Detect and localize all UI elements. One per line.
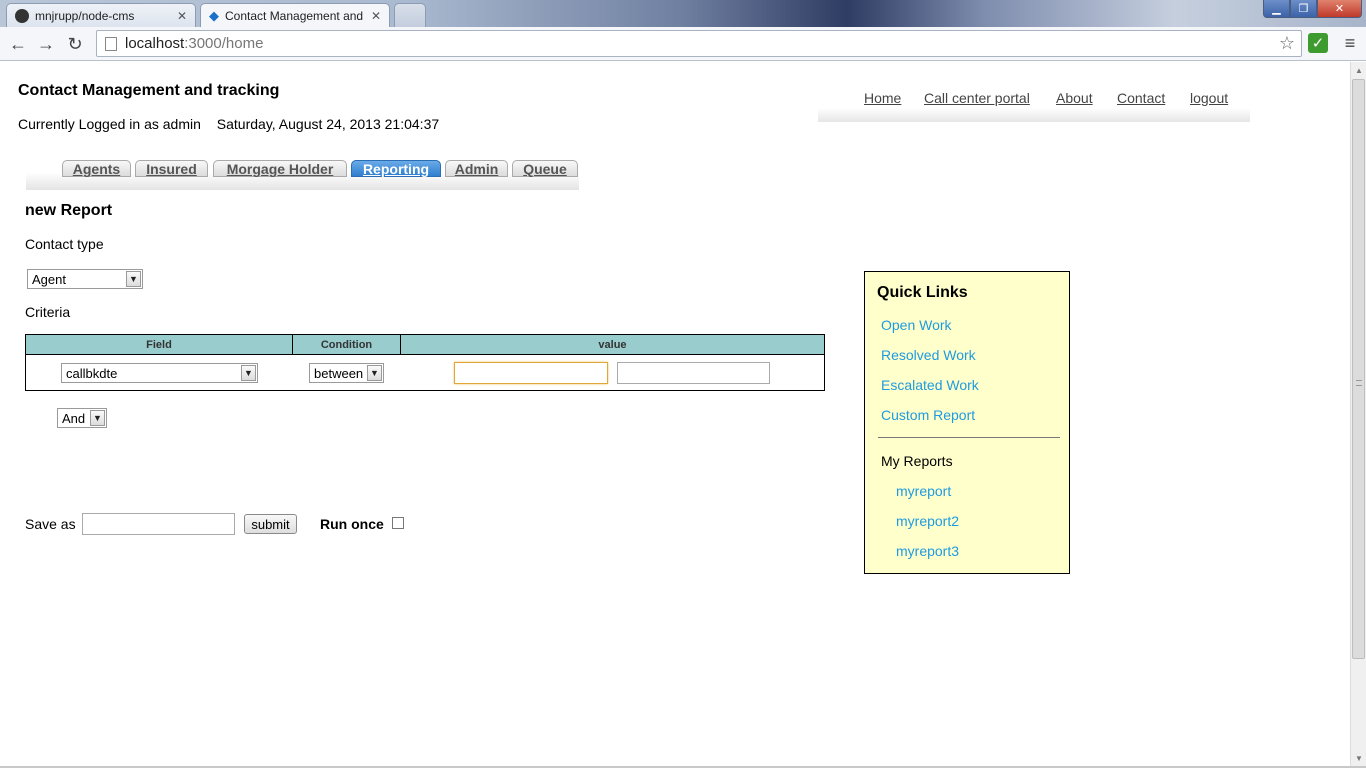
tab-queue[interactable]: Queue [512, 160, 578, 177]
chevron-down-icon: ▼ [90, 410, 105, 426]
tab-insured[interactable]: Insured [135, 160, 208, 177]
nav-contact-link[interactable]: Contact [1117, 90, 1165, 106]
scroll-thumb[interactable] [1352, 79, 1365, 659]
main-tabs: Agents Insured Morgage Holder Reporting … [26, 158, 579, 190]
address-bar[interactable]: localhost:3000/home ☆ [96, 30, 1302, 57]
contact-type-label: Contact type [25, 236, 104, 252]
browser-menu-icon[interactable]: ≡ [1340, 33, 1360, 53]
new-tab-button[interactable] [394, 3, 426, 27]
column-header-condition: Condition [293, 335, 401, 355]
browser-toolbar: ← → ↻ localhost:3000/home ☆ [0, 27, 1366, 61]
link-myreport2[interactable]: myreport2 [896, 513, 959, 529]
save-as-label: Save as [25, 516, 76, 532]
extension-check-icon[interactable]: ✓ [1308, 33, 1328, 53]
forward-icon[interactable]: → [34, 32, 58, 56]
condition-value: between [314, 365, 364, 381]
close-icon[interactable]: ✕ [177, 9, 187, 23]
criteria-table: Field Condition value callbkdte ▼ betwee… [25, 334, 825, 391]
browser-tab-app[interactable]: ◆ Contact Management and ✕ [200, 3, 390, 27]
nav-home-link[interactable]: Home [864, 90, 901, 106]
chevron-down-icon: ▼ [241, 365, 256, 381]
criteria-header-row: Field Condition value [26, 335, 824, 355]
contact-type-select[interactable]: Agent ▼ [27, 269, 143, 289]
quick-links-divider [878, 437, 1060, 438]
close-window-button[interactable]: ✕ [1317, 0, 1362, 18]
app-title: Contact Management and tracking [18, 82, 280, 99]
tab-morgage-holder[interactable]: Morgage Holder [213, 160, 347, 177]
window-controls: ▁ ❐ ✕ [1263, 0, 1362, 18]
nav-about-link[interactable]: About [1056, 90, 1093, 106]
top-navigation: Home Call center portal About Contact lo… [818, 90, 1250, 122]
page-icon [105, 36, 117, 51]
my-reports-label: My Reports [881, 453, 953, 469]
submit-button[interactable]: submit [244, 514, 297, 534]
conjunction-select[interactable]: And ▼ [57, 408, 107, 428]
browser-tab-title: Contact Management and [225, 8, 364, 23]
current-datetime: Saturday, August 24, 2013 21:04:37 [216, 116, 440, 132]
url-text: localhost:3000/home [125, 35, 264, 52]
browser-tab-github[interactable]: mnjrupp/node-cms ✕ [6, 3, 196, 27]
minimize-button[interactable]: ▁ [1263, 0, 1290, 18]
logged-in-text: Currently Logged in as admin [18, 116, 201, 132]
scroll-down-icon[interactable]: ▼ [1351, 750, 1366, 766]
back-icon[interactable]: ← [6, 32, 30, 56]
app-diamond-icon: ◆ [209, 7, 219, 23]
criteria-label: Criteria [25, 304, 71, 320]
link-escalated-work[interactable]: Escalated Work [881, 377, 979, 393]
scroll-up-icon[interactable]: ▲ [1351, 62, 1366, 78]
tab-reporting[interactable]: Reporting [351, 160, 441, 177]
login-status: Currently Logged in as admin Saturday, A… [18, 116, 439, 132]
maximize-button[interactable]: ❐ [1290, 0, 1317, 18]
vertical-scrollbar[interactable]: ▲ ▼ [1350, 62, 1366, 766]
bookmark-star-icon[interactable]: ☆ [1279, 33, 1295, 54]
chevron-down-icon: ▼ [367, 365, 382, 381]
contact-type-value: Agent [32, 271, 66, 287]
column-header-field: Field [26, 335, 293, 355]
condition-select[interactable]: between ▼ [309, 363, 384, 383]
value-to-input[interactable] [617, 362, 770, 384]
quick-links-panel: Quick Links Open Work Resolved Work Esca… [864, 271, 1070, 574]
browser-tab-title: mnjrupp/node-cms [35, 8, 135, 23]
github-icon [15, 8, 29, 23]
save-as-input[interactable] [82, 513, 235, 535]
run-once-label: Run once [320, 516, 384, 532]
close-icon[interactable]: ✕ [371, 9, 381, 23]
link-resolved-work[interactable]: Resolved Work [881, 347, 976, 363]
browser-titlebar: mnjrupp/node-cms ✕ ◆ Contact Management … [0, 0, 1366, 27]
nav-logout-link[interactable]: logout [1190, 90, 1228, 106]
column-header-value: value [598, 339, 627, 351]
nav-call-center-link[interactable]: Call center portal [924, 90, 1030, 106]
report-heading: new Report [25, 202, 113, 219]
field-select[interactable]: callbkdte ▼ [61, 363, 258, 383]
chevron-down-icon: ▼ [126, 271, 141, 287]
tab-agents[interactable]: Agents [62, 160, 131, 177]
link-myreport3[interactable]: myreport3 [896, 543, 959, 559]
grip-icon [1356, 380, 1362, 386]
tab-admin[interactable]: Admin [445, 160, 508, 177]
page-content: Contact Management and tracking Currentl… [0, 62, 1350, 766]
value-from-input[interactable] [454, 362, 608, 384]
link-myreport[interactable]: myreport [896, 483, 951, 499]
link-custom-report[interactable]: Custom Report [881, 407, 975, 423]
quick-links-title: Quick Links [877, 284, 968, 301]
run-once-checkbox[interactable] [392, 517, 404, 529]
reload-icon[interactable]: ↻ [63, 32, 87, 56]
field-value: callbkdte [66, 365, 118, 381]
link-open-work[interactable]: Open Work [881, 317, 952, 333]
conjunction-value: And [62, 410, 86, 426]
